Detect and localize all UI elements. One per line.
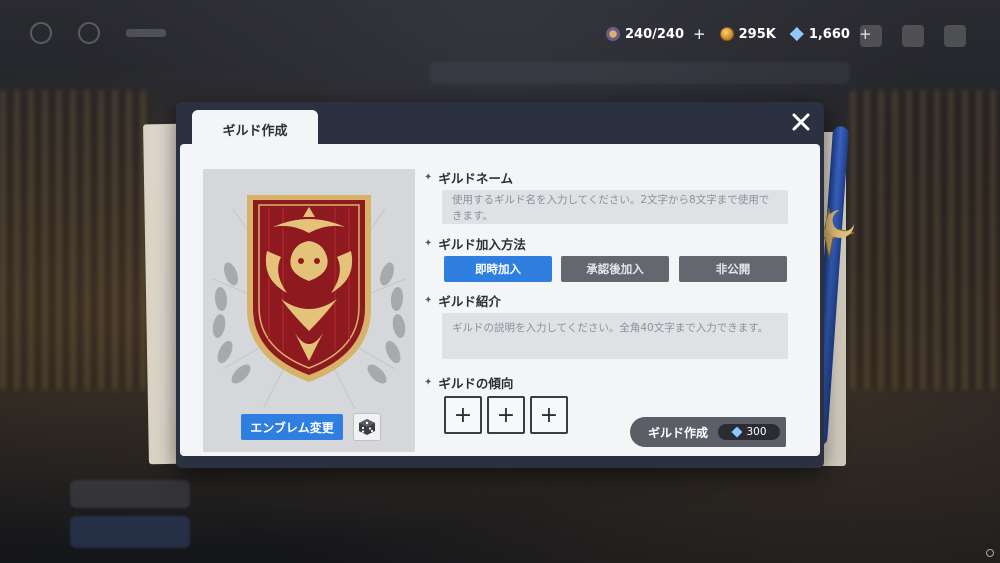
- close-button[interactable]: [788, 109, 814, 135]
- stamina-plus-icon[interactable]: +: [693, 25, 706, 43]
- gem-icon: [789, 27, 804, 41]
- join-instant-button[interactable]: 即時加入: [444, 256, 552, 282]
- back-icon: [30, 22, 52, 44]
- home-icon: [78, 22, 100, 44]
- menu-icon: [860, 25, 882, 47]
- guild-tendency-label: ✦ ギルドの傾向: [424, 373, 513, 392]
- guild-tendency-label-text: ギルドの傾向: [438, 376, 514, 391]
- topbar-right: [860, 25, 966, 47]
- bullet-icon: ✦: [424, 172, 433, 183]
- coin-icon: [719, 27, 734, 41]
- guild-intro-input[interactable]: ギルドの説明を入力してください。全角40文字まで入力できます。: [442, 313, 788, 359]
- dice-icon: [359, 419, 375, 435]
- stamina-value: 240/240: [625, 26, 685, 42]
- dialog-content: エンブレム変更 ✦ ギルドネーム 使用するギルド名を入力してください。2文字から…: [180, 144, 820, 456]
- create-cost: 300: [718, 424, 780, 440]
- guild-intro-label-text: ギルド紹介: [438, 294, 501, 309]
- gold-value: 295K: [738, 26, 776, 42]
- create-guild-label: ギルド作成: [648, 425, 709, 440]
- background-ghost-bar: [430, 62, 850, 84]
- bullet-icon: ✦: [424, 295, 433, 306]
- emblem-preview: エンブレム変更: [203, 169, 415, 452]
- change-emblem-button[interactable]: エンブレム変更: [241, 414, 343, 440]
- gem-value: 1,660: [808, 26, 850, 42]
- emblem-image: [212, 195, 406, 410]
- ghost-title: [126, 29, 166, 37]
- stamina-icon: [606, 27, 620, 41]
- topbar-left: [30, 22, 166, 44]
- gem-icon: [731, 426, 743, 438]
- tendency-slot-2[interactable]: +: [487, 396, 525, 434]
- gold-counter: 295K: [719, 26, 776, 42]
- corner-indicator-icon: [986, 549, 994, 557]
- tendency-slot-3[interactable]: +: [530, 396, 568, 434]
- close-icon: [792, 113, 810, 131]
- mail-icon: [902, 25, 924, 47]
- join-approval-button[interactable]: 承認後加入: [561, 256, 669, 282]
- background-bookshelf-left: [0, 90, 150, 390]
- guild-create-dialog: ギルド作成 エンブレム変更 ✦ ギルドネーム 使用するギルド名を入力してください…: [176, 102, 824, 468]
- background-ghost-button-blue: [70, 516, 190, 548]
- bullet-icon: ✦: [424, 238, 433, 249]
- bullet-icon: ✦: [424, 377, 433, 388]
- join-method-label-text: ギルド加入方法: [438, 237, 526, 252]
- join-method-label: ✦ ギルド加入方法: [424, 234, 526, 253]
- stamina-counter[interactable]: 240/240 +: [606, 25, 706, 43]
- settings-icon: [944, 25, 966, 47]
- join-private-button[interactable]: 非公開: [679, 256, 787, 282]
- guild-intro-label: ✦ ギルド紹介: [424, 291, 501, 310]
- guild-name-input[interactable]: 使用するギルド名を入力してください。2文字から8文字まで使用できます。: [442, 190, 788, 224]
- resource-bar: 240/240 + 295K 1,660 +: [606, 25, 872, 43]
- guild-name-label-text: ギルドネーム: [438, 171, 514, 186]
- create-cost-value: 300: [746, 426, 767, 438]
- background-ghost-button: [70, 480, 190, 508]
- create-guild-button[interactable]: ギルド作成 300: [630, 417, 786, 447]
- random-emblem-button[interactable]: [353, 413, 381, 441]
- tendency-slot-1[interactable]: +: [444, 396, 482, 434]
- tab-guild-create[interactable]: ギルド作成: [192, 110, 318, 148]
- guild-name-label: ✦ ギルドネーム: [424, 168, 513, 187]
- background-bookshelf-right: [850, 90, 1000, 390]
